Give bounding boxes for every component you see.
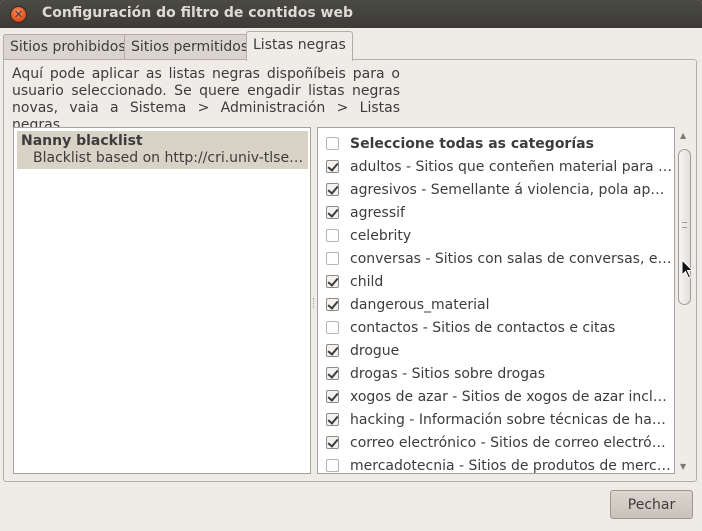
scroll-up-icon[interactable]: ▲ bbox=[680, 131, 686, 140]
category-row[interactable]: agressif bbox=[326, 201, 672, 224]
category-row[interactable]: xogos de azar - Sitios de xogos de azar … bbox=[326, 385, 672, 408]
category-label: correo electrónico - Sitios de correo el… bbox=[350, 434, 672, 451]
category-row[interactable]: drogue bbox=[326, 339, 672, 362]
category-row[interactable]: child bbox=[326, 270, 672, 293]
category-row[interactable]: drogas - Sitios sobre drogas bbox=[326, 362, 672, 385]
pane-splitter[interactable] bbox=[313, 298, 315, 308]
select-all-label: Seleccione todas as categorías bbox=[350, 135, 594, 152]
category-row[interactable]: hacking - Información sobre técnicas de … bbox=[326, 408, 672, 431]
title-bar[interactable]: ✕ Configuración do filtro de contidos we… bbox=[0, 0, 702, 28]
category-row[interactable]: adultos - Sitios que conteñen material p… bbox=[326, 155, 672, 178]
scroll-thumb[interactable] bbox=[678, 149, 691, 305]
category-checkbox[interactable] bbox=[326, 275, 339, 288]
filter-config-window: ✕ Configuración do filtro de contidos we… bbox=[0, 0, 702, 531]
category-label: dangerous_material bbox=[350, 296, 490, 313]
category-row[interactable]: conversas - Sitios con salas de conversa… bbox=[326, 247, 672, 270]
category-label: adultos - Sitios que conteñen material p… bbox=[350, 158, 672, 175]
window-title: Configuración do filtro de contidos web bbox=[42, 5, 353, 21]
category-checkbox[interactable] bbox=[326, 160, 339, 173]
select-all-checkbox[interactable] bbox=[326, 137, 339, 150]
category-row[interactable]: contactos - Sitios de contactos e citas bbox=[326, 316, 672, 339]
category-row[interactable]: celebrity bbox=[326, 224, 672, 247]
close-icon[interactable]: ✕ bbox=[10, 6, 27, 23]
mouse-cursor-icon bbox=[681, 259, 694, 279]
tab-blacklists[interactable]: Listas negras bbox=[246, 31, 353, 61]
category-label: agressif bbox=[350, 204, 405, 221]
category-checkbox[interactable] bbox=[326, 206, 339, 219]
category-list: Seleccione todas as categorías adultos -… bbox=[317, 127, 675, 474]
category-label: agresivos - Semellante á violencia, pola… bbox=[350, 181, 672, 198]
category-checkbox[interactable] bbox=[326, 321, 339, 334]
blacklists-panel: Aquí pode aplicar as listas negras dispo… bbox=[3, 59, 697, 482]
category-checkbox[interactable] bbox=[326, 183, 339, 196]
category-checkbox[interactable] bbox=[326, 229, 339, 242]
grip-icon bbox=[682, 222, 687, 228]
category-checkbox[interactable] bbox=[326, 367, 339, 380]
category-checkbox[interactable] bbox=[326, 459, 339, 472]
category-checkbox[interactable] bbox=[326, 436, 339, 449]
panel-description: Aquí pode aplicar as listas negras dispo… bbox=[12, 66, 400, 133]
tab-forbidden-sites[interactable]: Sitios prohibidos bbox=[3, 34, 133, 60]
tab-allowed-sites[interactable]: Sitios permitidos bbox=[124, 34, 256, 60]
category-label: hacking - Información sobre técnicas de … bbox=[350, 411, 672, 428]
category-row[interactable]: dangerous_material bbox=[326, 293, 672, 316]
close-button[interactable]: Pechar bbox=[610, 490, 693, 519]
category-label: child bbox=[350, 273, 384, 290]
category-row[interactable]: agresivos - Semellante á violencia, pola… bbox=[326, 178, 672, 201]
select-all-row[interactable]: Seleccione todas as categorías bbox=[326, 132, 672, 155]
category-label: conversas - Sitios con salas de conversa… bbox=[350, 250, 672, 267]
category-label: drogas - Sitios sobre drogas bbox=[350, 365, 545, 382]
category-checkbox[interactable] bbox=[326, 413, 339, 426]
scroll-down-icon[interactable]: ▼ bbox=[680, 462, 686, 471]
category-checkbox[interactable] bbox=[326, 344, 339, 357]
blacklist-description: Blacklist based on http://cri.univ-tlse1… bbox=[33, 150, 304, 166]
category-label: mercadotecnia - Sitios de produtos de me… bbox=[350, 457, 672, 474]
category-label: celebrity bbox=[350, 227, 412, 244]
category-label: contactos - Sitios de contactos e citas bbox=[350, 319, 616, 336]
blacklist-list[interactable]: Nanny blacklist Blacklist based on http:… bbox=[13, 127, 311, 474]
blacklist-name: Nanny blacklist bbox=[21, 133, 143, 149]
category-checkbox[interactable] bbox=[326, 390, 339, 403]
category-checkbox[interactable] bbox=[326, 252, 339, 265]
category-row[interactable]: mercadotecnia - Sitios de produtos de me… bbox=[326, 454, 672, 474]
category-checkbox[interactable] bbox=[326, 298, 339, 311]
category-scrollbar[interactable]: ▲ ▼ bbox=[675, 127, 693, 474]
category-label: xogos de azar - Sitios de xogos de azar … bbox=[350, 388, 672, 405]
category-row[interactable]: correo electrónico - Sitios de correo el… bbox=[326, 431, 672, 454]
category-label: drogue bbox=[350, 342, 400, 359]
blacklist-item-nanny[interactable]: Nanny blacklist Blacklist based on http:… bbox=[17, 131, 308, 169]
